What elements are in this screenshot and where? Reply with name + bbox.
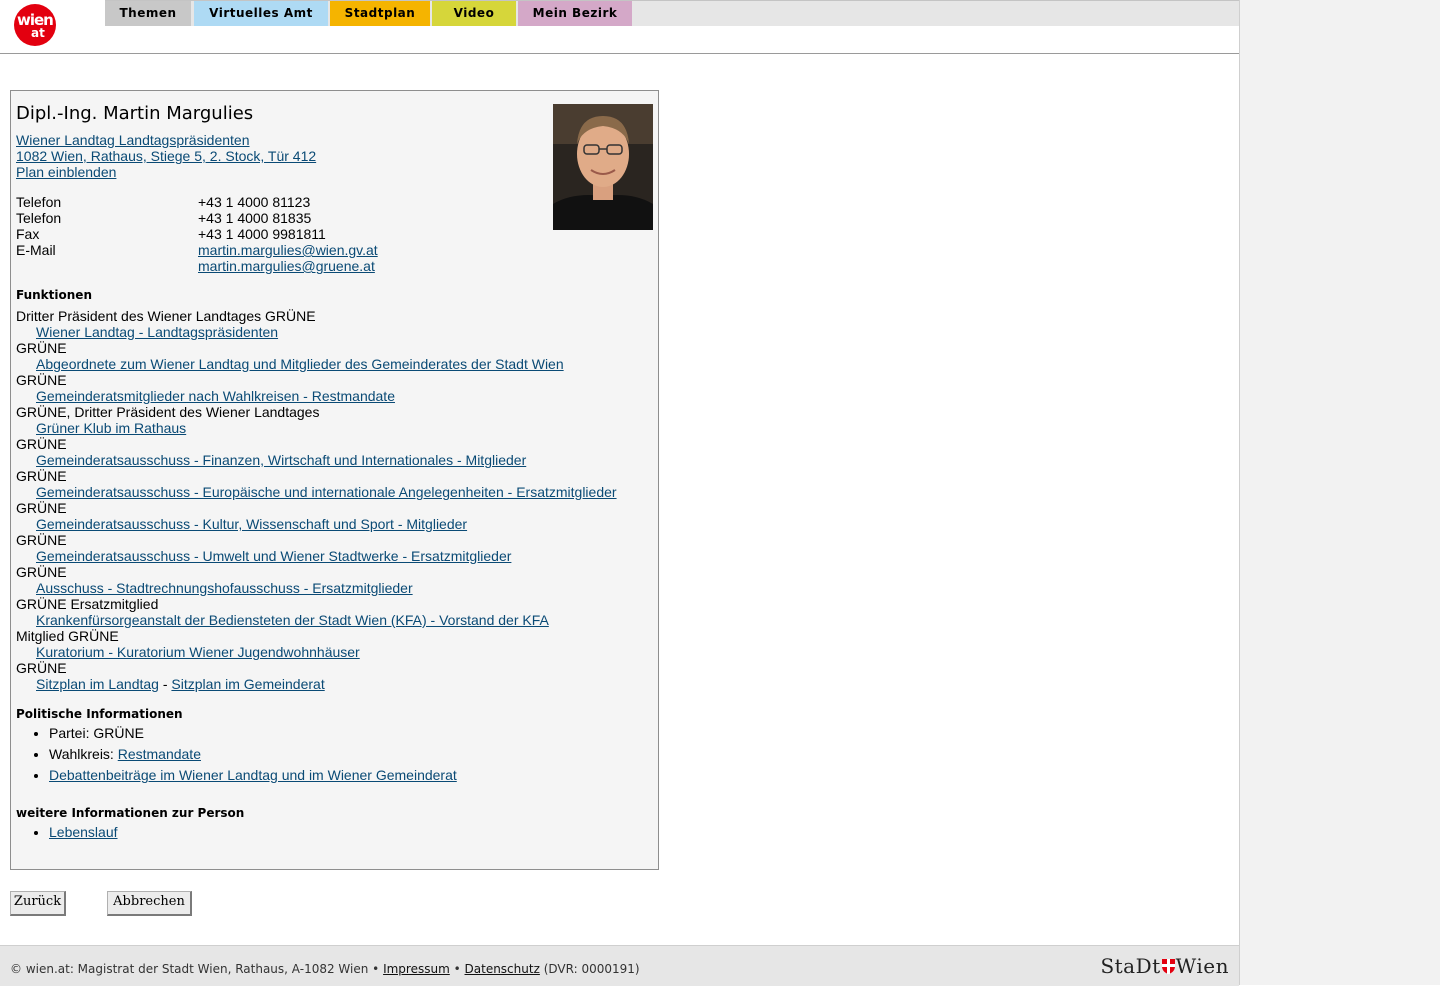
function-link-row: Grüner Klub im Rathaus (16, 420, 656, 436)
wien-at-logo[interactable]: wien at (14, 4, 56, 46)
right-gutter (1240, 0, 1440, 985)
address-link[interactable]: 1082 Wien, Rathaus, Stiege 5, 2. Stock, … (16, 148, 316, 164)
sitzplan-landtag-link[interactable]: Sitzplan im Landtag (36, 676, 159, 692)
function-link-row: Kuratorium - Kuratorium Wiener Jugendwoh… (16, 644, 656, 660)
function-link-row: Gemeinderatsausschuss - Europäische und … (16, 484, 656, 500)
list-item-cv: Lebenslauf (49, 822, 118, 843)
contact-label-phone-2: Telefon (16, 210, 62, 226)
tab-video[interactable]: Video (432, 1, 516, 26)
page: wien at Themen Virtuelles Amt Stadtplan … (0, 0, 1240, 986)
debates-link[interactable]: Debattenbeiträge im Wiener Landtag und i… (49, 767, 457, 783)
function-link-row: Gemeinderatsausschuss - Finanzen, Wirtsc… (16, 452, 656, 468)
functions-list: Dritter Präsident des Wiener Landtages G… (16, 308, 656, 692)
function-role: Dritter Präsident des Wiener Landtages G… (16, 308, 316, 324)
function-link[interactable]: Gemeinderatsausschuss - Kultur, Wissensc… (36, 516, 467, 532)
function-link[interactable]: Krankenfürsorgeanstalt der Bediensteten … (36, 612, 549, 628)
more-info-list: Lebenslauf (11, 822, 118, 843)
logo-text-at: at (31, 26, 45, 40)
cv-link[interactable]: Lebenslauf (49, 824, 118, 840)
more-info-heading: weitere Informationen zur Person (16, 806, 245, 820)
function-link[interactable]: Gemeinderatsmitglieder nach Wahlkreisen … (36, 388, 395, 404)
tab-themen[interactable]: Themen (105, 1, 191, 26)
datenschutz-link[interactable]: Datenschutz (465, 962, 540, 976)
function-role: Mitglied GRÜNE (16, 628, 119, 644)
functions-heading: Funktionen (16, 288, 92, 302)
function-role: GRÜNE (16, 468, 67, 484)
function-role: GRÜNE (16, 436, 67, 452)
function-link[interactable]: Gemeinderatsausschuss - Finanzen, Wirtsc… (36, 452, 526, 468)
function-link[interactable]: Gemeinderatsausschuss - Europäische und … (36, 484, 617, 500)
function-role: GRÜNE, Dritter Präsident des Wiener Land… (16, 404, 320, 420)
function-role: GRÜNE (16, 340, 67, 356)
tab-mein-bezirk[interactable]: Mein Bezirk (518, 1, 632, 26)
header: wien at Themen Virtuelles Amt Stadtplan … (0, 0, 1239, 54)
contact-value-phone: +43 1 4000 81123 (198, 194, 311, 210)
wahlkreis-link[interactable]: Restmandate (118, 746, 201, 762)
person-card: Dipl.-Ing. Martin Margulies Wiener Landt… (10, 90, 659, 870)
contact-value-phone-2: +43 1 4000 81835 (198, 210, 312, 226)
contact-value-fax: +43 1 4000 9981811 (198, 226, 326, 242)
stadt-wien-logo[interactable]: StaDt Wien (1100, 954, 1229, 978)
function-link[interactable]: Gemeinderatsausschuss - Umwelt und Wiene… (36, 548, 511, 564)
footer-dvr: (DVR: 0000191) (543, 962, 640, 976)
person-name: Dipl.-Ing. Martin Margulies (16, 103, 254, 124)
function-role: GRÜNE (16, 532, 67, 548)
sitzplan-separator: - (158, 676, 172, 692)
list-item-party: Partei: GRÜNE (49, 723, 457, 744)
political-info-heading: Politische Informationen (16, 707, 183, 721)
function-link[interactable]: Abgeordnete zum Wiener Landtag und Mitgl… (36, 356, 564, 372)
function-link-row: Wiener Landtag - Landtagspräsidenten (16, 324, 656, 340)
back-button[interactable]: Zurück (10, 891, 66, 916)
wahlkreis-label: Wahlkreis: (49, 746, 114, 762)
list-item-wahlkreis: Wahlkreis: Restmandate (49, 744, 457, 765)
stadt-wien-logo-right: Wien (1175, 954, 1229, 978)
function-link-row: Abgeordnete zum Wiener Landtag und Mitgl… (16, 356, 656, 372)
political-info-list: Partei: GRÜNE Wahlkreis: Restmandate Deb… (11, 723, 457, 786)
function-link[interactable]: Grüner Klub im Rathaus (36, 420, 186, 436)
function-link[interactable]: Ausschuss - Stadtrechnungshofausschuss -… (36, 580, 413, 596)
stadt-wien-logo-left: StaDt (1100, 954, 1161, 978)
function-role: GRÜNE Ersatzmitglied (16, 596, 159, 612)
function-role: GRÜNE (16, 564, 67, 580)
function-link[interactable]: Wiener Landtag - Landtagspräsidenten (36, 324, 278, 340)
party-label: Partei: (49, 725, 90, 741)
tab-stadtplan[interactable]: Stadtplan (330, 1, 430, 26)
contact-label-phone: Telefon (16, 194, 62, 210)
tab-virtuelles-amt[interactable]: Virtuelles Amt (194, 1, 328, 26)
show-map-link[interactable]: Plan einblenden (16, 164, 116, 180)
party-value: GRÜNE (93, 725, 144, 741)
function-link-row: Sitzplan im Landtag - Sitzplan im Gemein… (16, 676, 656, 692)
footer-text: © wien.at: Magistrat der Stadt Wien, Rat… (10, 962, 640, 976)
email-link-gruene[interactable]: martin.margulies@gruene.at (198, 258, 375, 274)
function-role: GRÜNE (16, 372, 67, 388)
function-role: GRÜNE (16, 500, 67, 516)
function-link-row: Krankenfürsorgeanstalt der Bediensteten … (16, 612, 656, 628)
function-link-row: Gemeinderatsausschuss - Kultur, Wissensc… (16, 516, 656, 532)
org-link[interactable]: Wiener Landtag Landtagspräsidenten (16, 132, 250, 148)
top-navigation: Themen Virtuelles Amt Stadtplan Video Me… (105, 0, 1239, 26)
vienna-shield-icon (1161, 955, 1175, 974)
impressum-link[interactable]: Impressum (383, 962, 450, 976)
footer: © wien.at: Magistrat der Stadt Wien, Rat… (0, 945, 1239, 986)
function-link[interactable]: Kuratorium - Kuratorium Wiener Jugendwoh… (36, 644, 360, 660)
contact-label-fax: Fax (16, 226, 40, 242)
email-link-wien[interactable]: martin.margulies@wien.gv.at (198, 242, 378, 258)
portrait-image (553, 104, 653, 230)
person-photo (553, 104, 653, 230)
function-link-row: Ausschuss - Stadtrechnungshofausschuss -… (16, 580, 656, 596)
footer-copyright: © wien.at: Magistrat der Stadt Wien, Rat… (10, 962, 380, 976)
list-item-debates: Debattenbeiträge im Wiener Landtag und i… (49, 765, 457, 786)
sitzplan-gemeinderat-link[interactable]: Sitzplan im Gemeinderat (171, 676, 324, 692)
contact-label-email: E-Mail (16, 242, 56, 258)
footer-bullet: • (453, 962, 461, 976)
cancel-button[interactable]: Abbrechen (107, 891, 192, 916)
function-link-row: Gemeinderatsausschuss - Umwelt und Wiene… (16, 548, 656, 564)
function-role: GRÜNE (16, 660, 67, 676)
function-link-row: Gemeinderatsmitglieder nach Wahlkreisen … (16, 388, 656, 404)
